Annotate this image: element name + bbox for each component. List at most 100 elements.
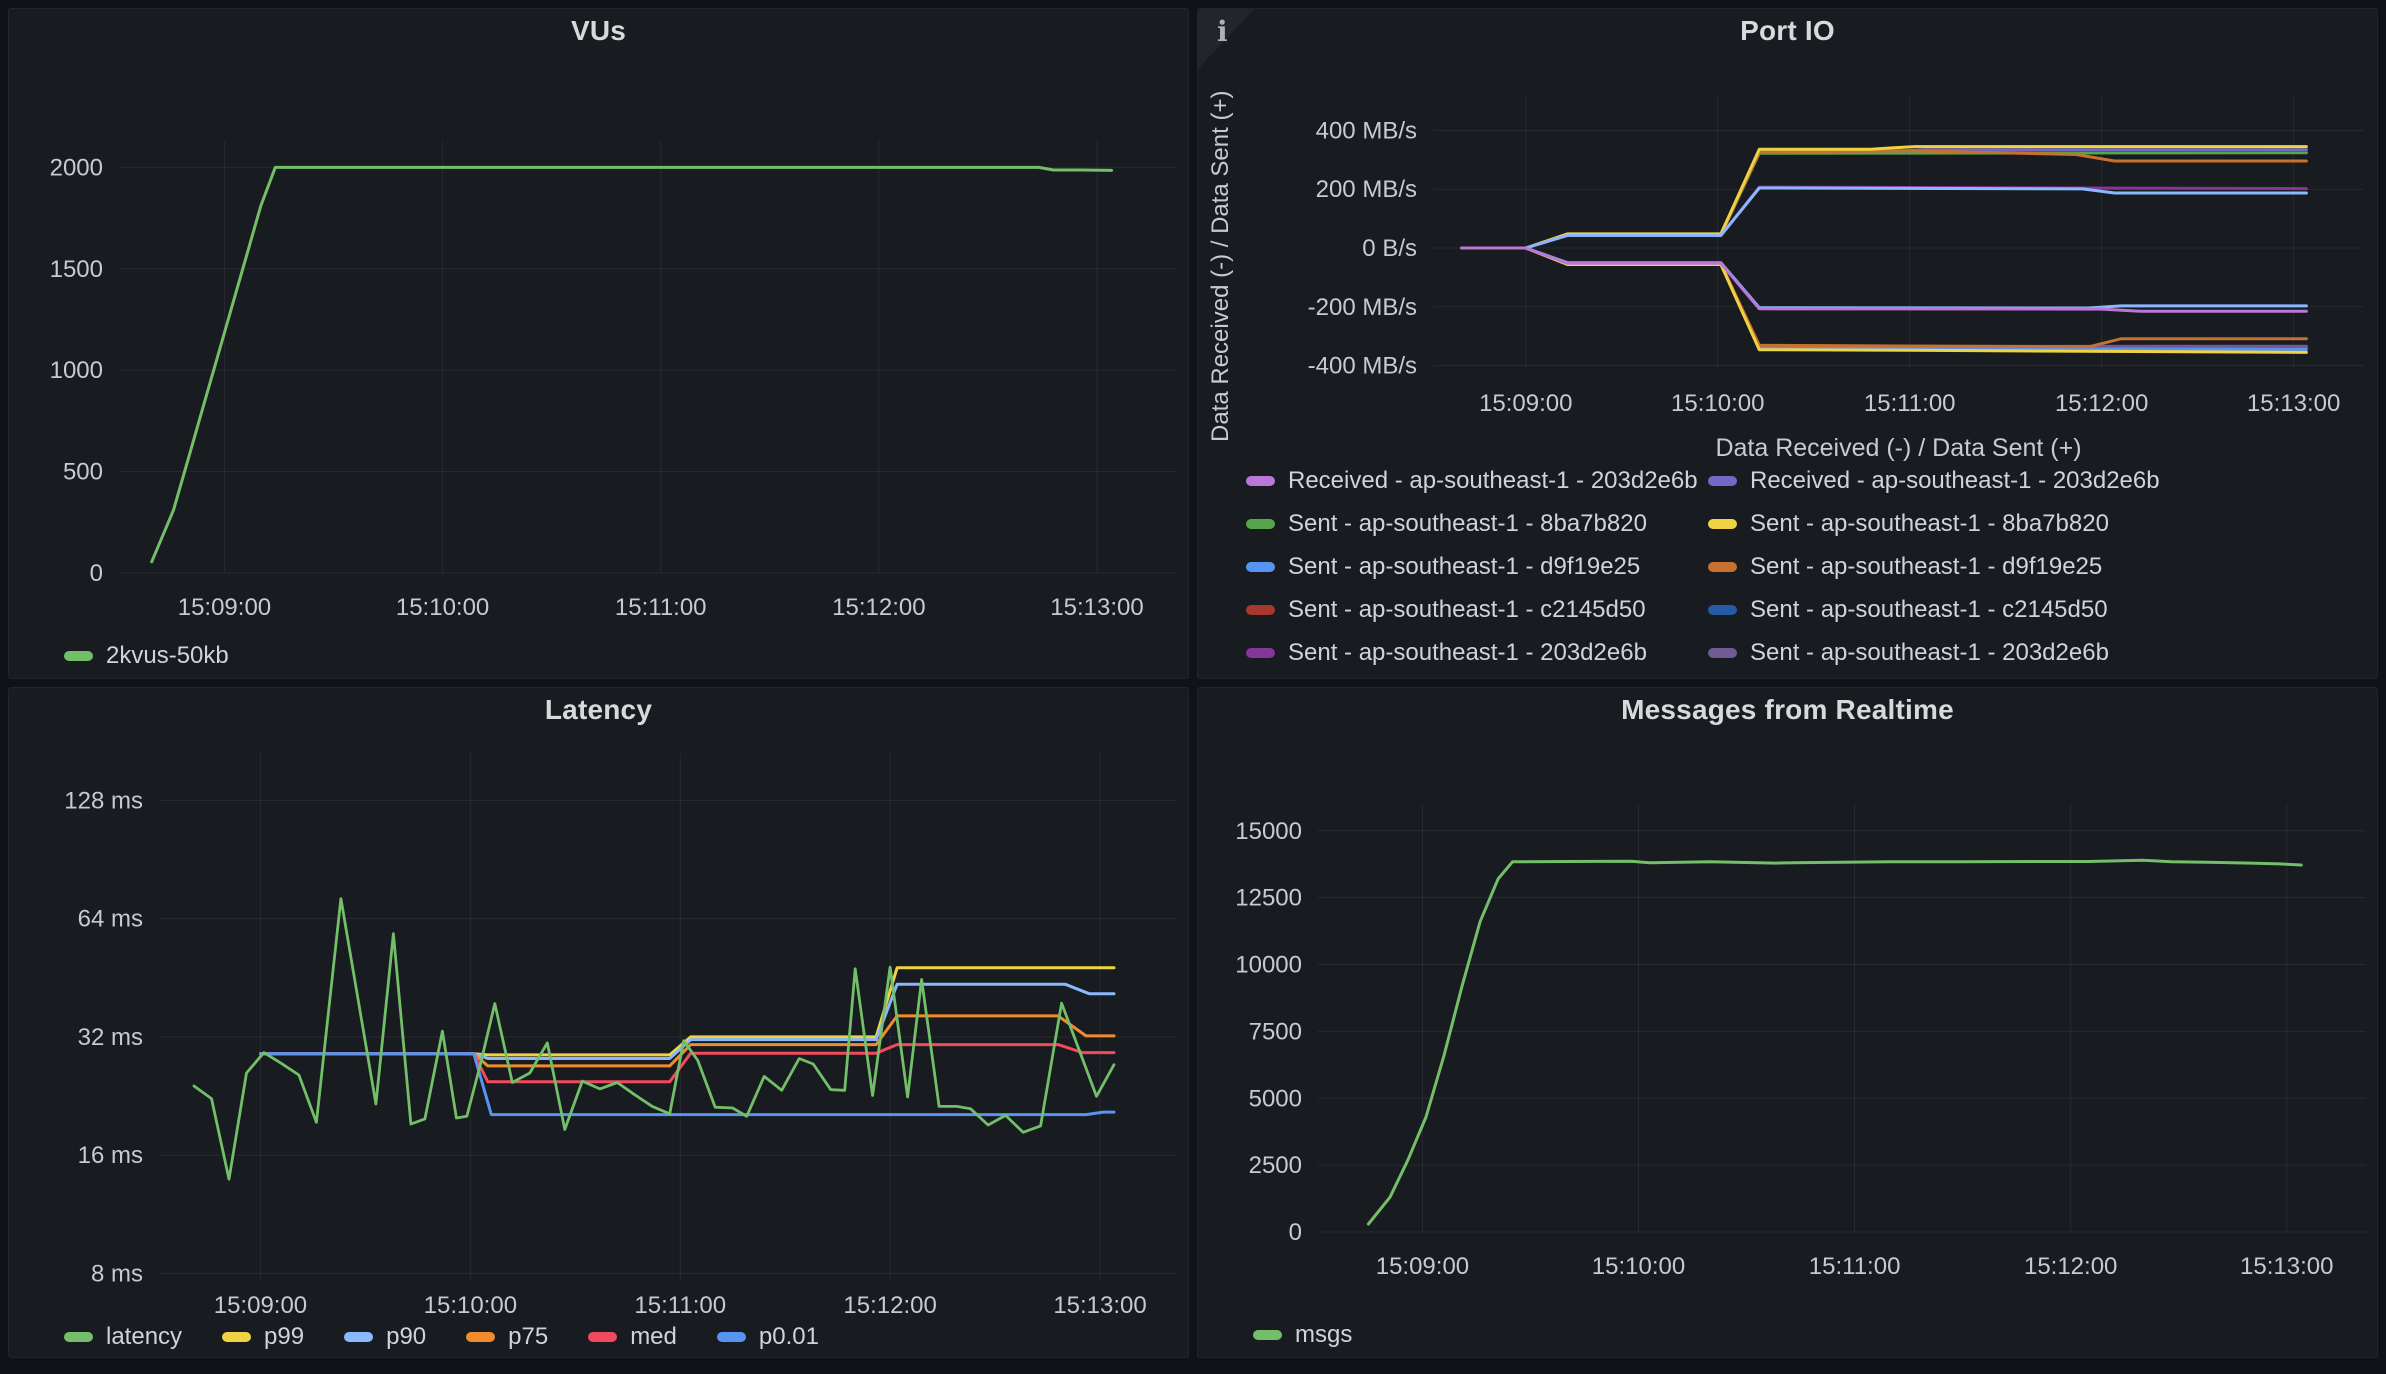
series-sent-203d2e6b-pos bbox=[1462, 187, 2307, 248]
legend-label: Sent - ap-southeast-1 - c2145d50 bbox=[1750, 596, 2108, 624]
legend-marker bbox=[1246, 562, 1275, 572]
x-tick-label: 15:13:00 bbox=[1053, 1292, 1146, 1317]
legend-label: p0.01 bbox=[759, 1323, 819, 1351]
legend-item-2kvus-50kb[interactable]: 2kvus-50kb bbox=[64, 642, 229, 670]
x-tick-label: 15:09:00 bbox=[178, 594, 271, 621]
legend-item-sent-ap-southeast-1-d9f19e25[interactable]: Sent - ap-southeast-1 - d9f19e25 bbox=[1708, 545, 2170, 588]
legend-marker bbox=[717, 1332, 746, 1342]
x-tick-label: 15:11:00 bbox=[1809, 1253, 1901, 1280]
legend-marker bbox=[222, 1332, 251, 1342]
legend-item-received-ap-southeast-1-203d2e6b[interactable]: Received - ap-southeast-1 - 203d2e6b bbox=[1708, 467, 2170, 502]
legend-label: Sent - ap-southeast-1 - 203d2e6b bbox=[1288, 639, 1647, 667]
panel-latency: Latency 8 ms16 ms32 ms64 ms128 ms15:09:0… bbox=[8, 687, 1189, 1358]
y-tick-label: 10000 bbox=[1235, 952, 1302, 979]
messages-chart[interactable]: 025005000750010000125001500015:09:0015:1… bbox=[1198, 732, 2377, 1313]
y-tick-label: 128 ms bbox=[64, 787, 143, 814]
legend-item-p99[interactable]: p99 bbox=[222, 1323, 304, 1351]
panel-info-corner[interactable] bbox=[1198, 9, 1254, 69]
y-tick-label: 0 bbox=[90, 560, 103, 587]
panel-title-portio[interactable]: Port IO bbox=[1198, 9, 2377, 53]
legend-label: Received - ap-southeast-1 - 203d2e6b bbox=[1750, 467, 2160, 495]
y-tick-label: 1000 bbox=[50, 357, 103, 384]
page-title: VUs bbox=[571, 15, 626, 47]
portio-chart[interactable]: 400 MB/s200 MB/s0 B/s-200 MB/s-400 MB/s1… bbox=[1198, 53, 2377, 467]
legend-label: 2kvus-50kb bbox=[106, 642, 229, 670]
legend-marker bbox=[1253, 1330, 1282, 1340]
panel-title-latency[interactable]: Latency bbox=[9, 688, 1188, 732]
legend-label: Sent - ap-southeast-1 - 8ba7b820 bbox=[1750, 510, 2109, 538]
y-tick-label: 400 MB/s bbox=[1316, 117, 1417, 144]
y-tick-label: 15000 bbox=[1235, 818, 1302, 845]
legend-marker bbox=[1708, 648, 1737, 658]
portio-legend: Received - ap-southeast-1 - 203d2e6b Rece… bbox=[1198, 467, 2377, 678]
x-tick-label: 15:12:00 bbox=[832, 594, 925, 621]
y-tick-label: 32 ms bbox=[78, 1024, 143, 1051]
y-tick-label: 16 ms bbox=[78, 1142, 143, 1169]
x-tick-label: 15:10:00 bbox=[424, 1292, 517, 1317]
legend-item-sent-ap-southeast-1-c2145d50[interactable]: Sent - ap-southeast-1 - c2145d50 bbox=[1246, 588, 1708, 631]
panel-portio: i Port IO 400 MB/s200 MB/s0 B/s-200 MB/s… bbox=[1197, 8, 2378, 679]
y-tick-label: 2000 bbox=[50, 154, 103, 181]
legend-marker bbox=[588, 1332, 617, 1342]
panel-vus: VUs 050010001500200015:09:0015:10:0015:1… bbox=[8, 8, 1189, 679]
legend-item-sent-ap-southeast-1-c2145d50[interactable]: Sent - ap-southeast-1 - c2145d50 bbox=[1708, 588, 2170, 631]
messages-legend: msgs bbox=[1198, 1313, 2377, 1357]
legend-marker bbox=[1708, 562, 1737, 572]
legend-item-sent-ap-southeast-1-203d2e6b[interactable]: Sent - ap-southeast-1 - 203d2e6b bbox=[1708, 631, 2170, 674]
legend-label: Sent - ap-southeast-1 - c2145d50 bbox=[1288, 596, 1646, 624]
legend-label: Sent - ap-southeast-1 - d9f19e25 bbox=[1750, 553, 2102, 581]
legend-label: msgs bbox=[1295, 1321, 1352, 1349]
legend-marker bbox=[1708, 519, 1737, 529]
legend-item-latency[interactable]: latency bbox=[64, 1323, 182, 1351]
y-tick-label: 200 MB/s bbox=[1316, 176, 1417, 203]
series-recv-203d2e6b-pos2 bbox=[1462, 188, 2307, 248]
legend-label: p99 bbox=[264, 1323, 304, 1351]
x-tick-label: 15:11:00 bbox=[615, 594, 707, 621]
panel-title-messages[interactable]: Messages from Realtime bbox=[1198, 688, 2377, 732]
x-tick-label: 15:13:00 bbox=[2247, 390, 2340, 417]
x-tick-label: 15:09:00 bbox=[1376, 1253, 1469, 1280]
legend-label: Received - ap-southeast-1 - 203d2e6b bbox=[1288, 467, 1698, 495]
page-title: Port IO bbox=[1740, 15, 1835, 47]
x-tick-label: 15:10:00 bbox=[396, 594, 489, 621]
latency-chart[interactable]: 8 ms16 ms32 ms64 ms128 ms15:09:0015:10:0… bbox=[9, 732, 1188, 1317]
legend-label: latency bbox=[106, 1323, 182, 1351]
legend-marker bbox=[1708, 605, 1737, 615]
vus-svg: 050010001500200015:09:0015:10:0015:11:00… bbox=[9, 53, 1188, 634]
x-tick-label: 15:10:00 bbox=[1592, 1253, 1685, 1280]
dashboard-grid: VUs 050010001500200015:09:0015:10:0015:1… bbox=[0, 0, 2386, 1366]
y-tick-label: 1500 bbox=[50, 256, 103, 283]
panel-title-vus[interactable]: VUs bbox=[9, 9, 1188, 53]
legend-marker bbox=[1246, 519, 1275, 529]
panel-messages: Messages from Realtime 02500500075001000… bbox=[1197, 687, 2378, 1358]
legend-label: med bbox=[630, 1323, 677, 1351]
legend-item-p90[interactable]: p90 bbox=[344, 1323, 426, 1351]
y-tick-label: 7500 bbox=[1249, 1018, 1302, 1045]
series-recv-203d2e6b-neg bbox=[1462, 248, 2307, 311]
x-tick-label: 15:13:00 bbox=[1050, 594, 1143, 621]
vus-chart[interactable]: 050010001500200015:09:0015:10:0015:11:00… bbox=[9, 53, 1188, 634]
legend-item-p75[interactable]: p75 bbox=[466, 1323, 548, 1351]
y-tick-label: 8 ms bbox=[91, 1260, 143, 1287]
series-recv-203d2e6b-neg2 bbox=[1462, 248, 2307, 308]
legend-item-med[interactable]: med bbox=[588, 1323, 677, 1351]
page-title: Messages from Realtime bbox=[1621, 694, 1954, 726]
y-tick-label: 12500 bbox=[1235, 885, 1302, 912]
legend-item-p0.01[interactable]: p0.01 bbox=[717, 1323, 819, 1351]
legend-item-sent-ap-southeast-1-203d2e6b[interactable]: Sent - ap-southeast-1 - 203d2e6b bbox=[1246, 631, 1708, 674]
legend-item-received-ap-southeast-1-203d2e6b[interactable]: Received - ap-southeast-1 - 203d2e6b bbox=[1246, 467, 1708, 502]
x-tick-label: 15:12:00 bbox=[2024, 1253, 2117, 1280]
latency-legend: latency p99 p90 p75 med p0.01 bbox=[9, 1317, 1188, 1357]
legend-item-sent-ap-southeast-1-8ba7b820[interactable]: Sent - ap-southeast-1 - 8ba7b820 bbox=[1246, 502, 1708, 545]
legend-item-msgs[interactable]: msgs bbox=[1253, 1321, 1352, 1349]
legend-label: Sent - ap-southeast-1 - 8ba7b820 bbox=[1288, 510, 1647, 538]
legend-marker bbox=[1246, 476, 1275, 486]
legend-marker bbox=[64, 651, 93, 661]
portio-svg: 400 MB/s200 MB/s0 B/s-200 MB/s-400 MB/s1… bbox=[1198, 53, 2377, 467]
y-tick-label: 5000 bbox=[1249, 1085, 1302, 1112]
legend-item-sent-ap-southeast-1-d9f19e25[interactable]: Sent - ap-southeast-1 - d9f19e25 bbox=[1246, 545, 1708, 588]
legend-marker bbox=[466, 1332, 495, 1342]
legend-label: p90 bbox=[386, 1323, 426, 1351]
legend-label: Sent - ap-southeast-1 - 203d2e6b bbox=[1750, 639, 2109, 667]
legend-item-sent-ap-southeast-1-8ba7b820[interactable]: Sent - ap-southeast-1 - 8ba7b820 bbox=[1708, 502, 2170, 545]
